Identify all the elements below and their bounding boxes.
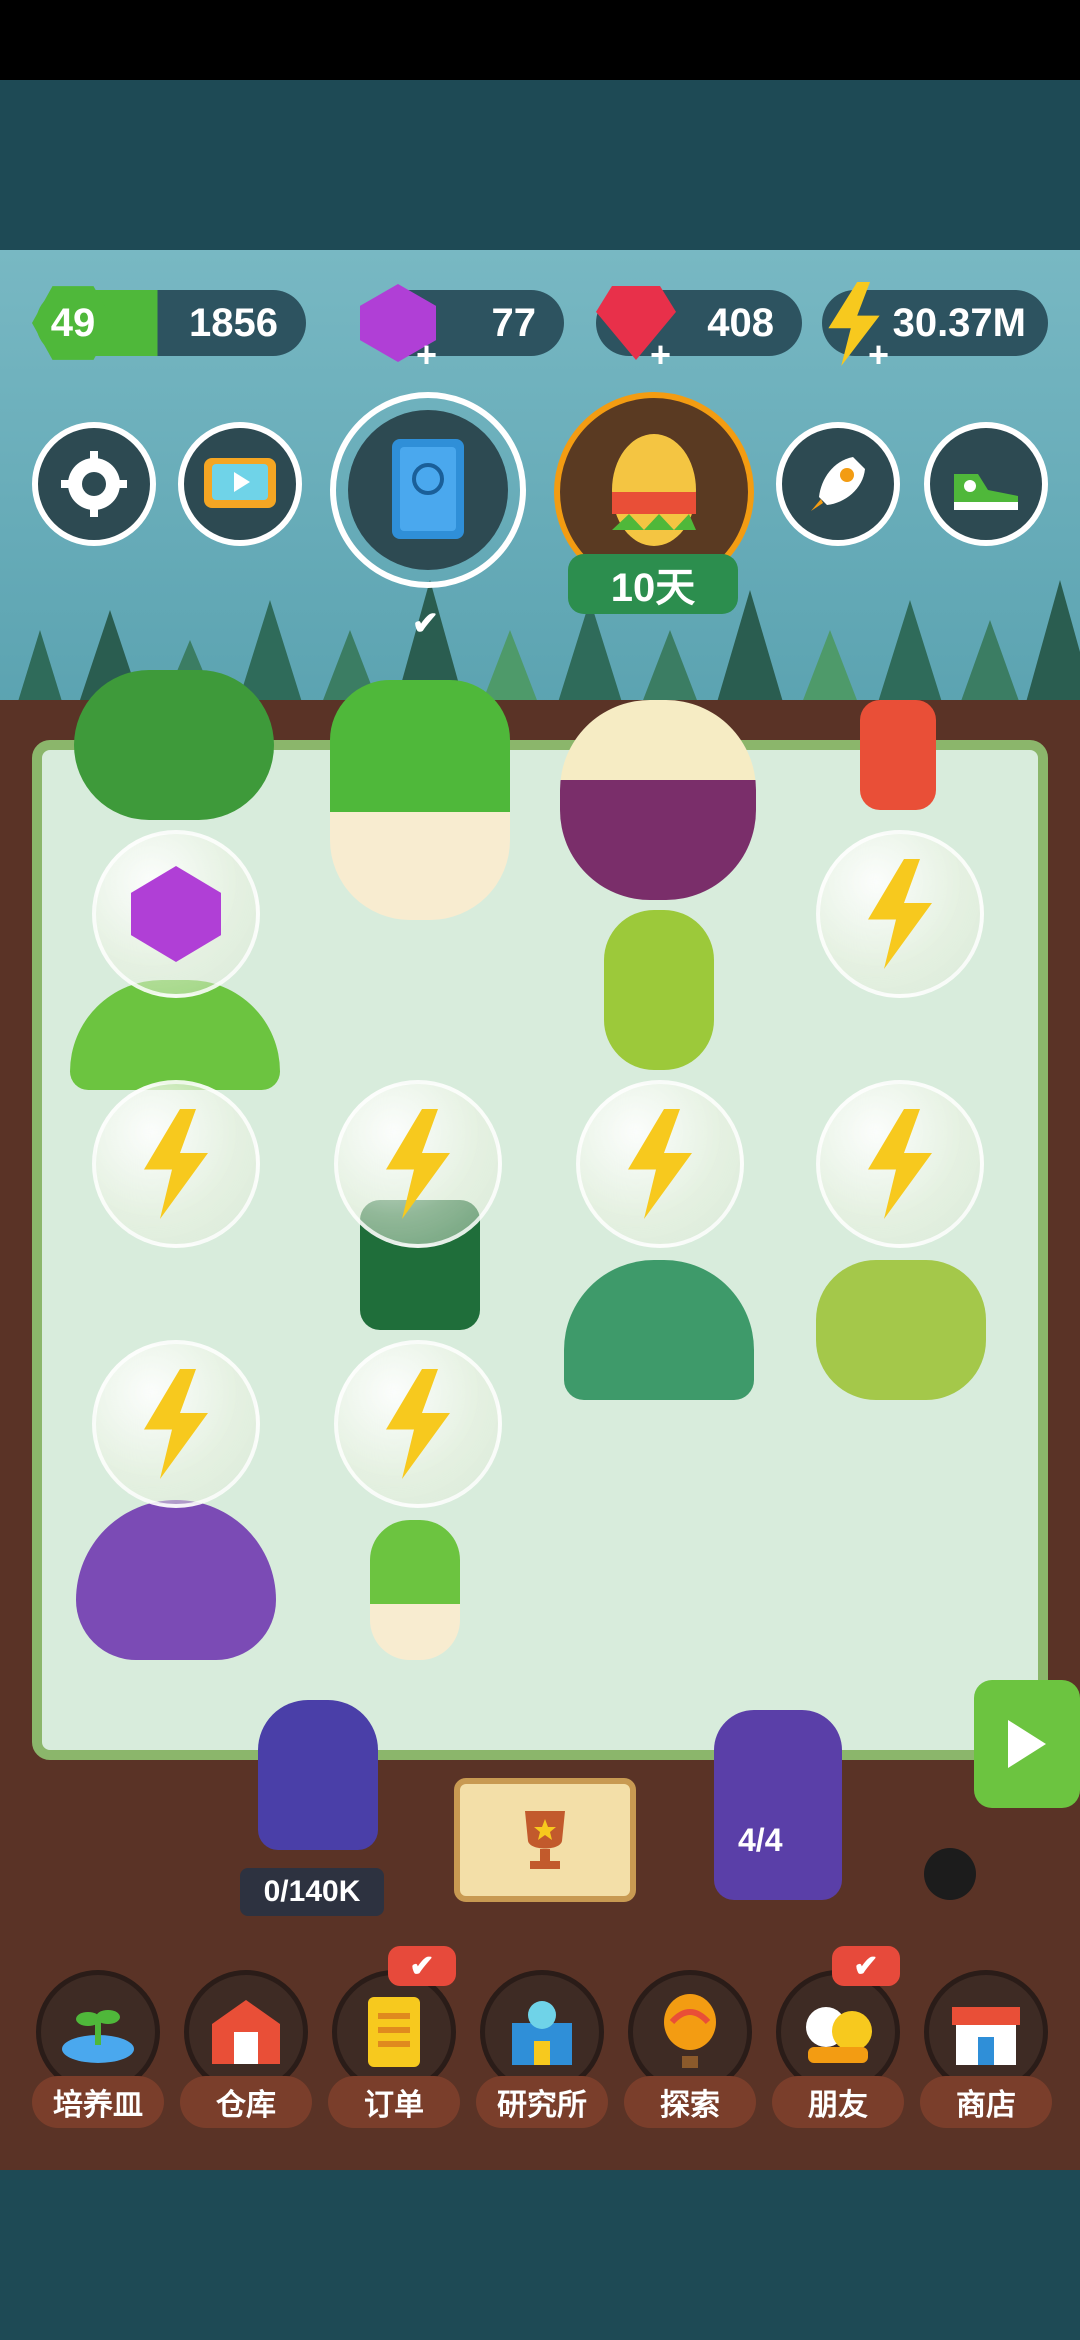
cactus-plant[interactable]: [816, 1260, 986, 1400]
shoe-button[interactable]: [924, 422, 1048, 546]
lightning-icon: [868, 859, 932, 969]
energy-bubble[interactable]: [334, 1340, 502, 1508]
energy-bubble[interactable]: [334, 1080, 502, 1248]
scallion-plant[interactable]: [370, 1520, 460, 1660]
nav-explore-label: 探索: [624, 2076, 756, 2128]
balloon-icon: [664, 1994, 716, 2068]
barn-icon: [212, 2000, 280, 2064]
nav-item-petri-dish[interactable]: 培养皿: [32, 1970, 164, 2128]
peeking-creature-icon[interactable]: [924, 1848, 976, 1900]
gem-bubble[interactable]: [92, 830, 260, 998]
scroll-icon: [368, 1997, 420, 2067]
maid-monster[interactable]: [258, 1700, 378, 1850]
energy-bubble[interactable]: [816, 1080, 984, 1248]
add-gem-icon[interactable]: +: [416, 334, 437, 376]
lightning-icon: [628, 1109, 692, 1219]
easter-egg-icon: [612, 434, 696, 546]
trophy-icon: [525, 1811, 565, 1869]
nav-lab-label: 研究所: [476, 2076, 608, 2128]
rocket-icon: [811, 457, 865, 511]
energy-value: 30.37M: [892, 300, 1026, 345]
energy-bubble[interactable]: [92, 1080, 260, 1248]
tv-icon: [204, 458, 276, 508]
chili-plant[interactable]: [860, 700, 936, 810]
ruby-counter[interactable]: 408 +: [596, 286, 802, 375]
maid-progress-value: 0/140K: [263, 1875, 361, 1908]
plant-book-button[interactable]: [330, 392, 526, 588]
bottom-banner: [0, 2170, 1080, 2340]
nav-shop-label: 商店: [920, 2076, 1052, 2128]
nav-item-friends[interactable]: ✔ 朋友: [772, 1946, 904, 2128]
energy-bubble[interactable]: [92, 1340, 260, 1508]
book-icon: [392, 439, 464, 539]
level-value: 49: [50, 300, 96, 345]
play-button[interactable]: [974, 1680, 1080, 1808]
add-ruby-icon[interactable]: +: [650, 334, 671, 376]
top-banner: [0, 80, 1080, 250]
trophy-sign[interactable]: [454, 1778, 636, 1902]
maid-progress: 0/140K: [240, 1868, 384, 1916]
xp-value: 1856: [189, 300, 278, 345]
nav-warehouse-label: 仓库: [180, 2076, 312, 2128]
lightning-icon: [144, 1109, 208, 1219]
event-days-label: 10天: [610, 566, 696, 610]
beet-plant[interactable]: [560, 700, 756, 900]
gear-icon: [61, 451, 127, 517]
leek-plant[interactable]: [330, 680, 510, 920]
nav-friends-label: 朋友: [772, 2076, 904, 2128]
plant-book-inner: [348, 410, 508, 570]
friends-icon: [806, 2007, 872, 2063]
selected-check-icon: ✔: [412, 605, 439, 641]
nav-item-orders[interactable]: ✔ 订单: [328, 1946, 460, 2128]
play-icon: [1008, 1720, 1046, 1768]
boost-button[interactable]: [776, 422, 900, 546]
bottom-nav: 培养皿 仓库 ✔ 订单 研究所 探索 ✔ 朋友 商店: [0, 1946, 1080, 2140]
crystal-monster[interactable]: [714, 1710, 842, 1900]
energy-bubble[interactable]: [816, 830, 984, 998]
level-counter[interactable]: 1856 49: [32, 286, 306, 360]
event-days-badge: 10天: [568, 554, 738, 614]
orders-badge: ✔: [388, 1946, 456, 1986]
settings-button[interactable]: [32, 422, 156, 546]
tv-ad-button[interactable]: [178, 422, 302, 546]
ruby-value: 408: [707, 300, 774, 345]
sneaker-icon: [954, 474, 1018, 510]
lightning-icon: [868, 1109, 932, 1219]
nav-petri-dish-label: 培养皿: [32, 2076, 164, 2128]
gem-value: 77: [491, 300, 537, 345]
nav-item-shop[interactable]: 商店: [920, 1970, 1052, 2128]
gem-counter[interactable]: 77 +: [360, 284, 564, 375]
purple-gem-icon: [131, 866, 221, 962]
bunny-plant[interactable]: [604, 910, 714, 1070]
nav-item-explore[interactable]: 探索: [624, 1970, 756, 2128]
status-bar: [0, 0, 1080, 80]
shop-icon: [952, 2007, 1020, 2065]
lab-icon: [512, 2001, 572, 2065]
lightning-icon: [386, 1369, 450, 1479]
nav-orders-label: 订单: [328, 2076, 460, 2128]
lightning-icon: [386, 1109, 450, 1219]
energy-bubble[interactable]: [576, 1080, 744, 1248]
nav-item-lab[interactable]: 研究所: [476, 1970, 608, 2128]
friends-badge: ✔: [832, 1946, 900, 1986]
nav-item-warehouse[interactable]: 仓库: [180, 1970, 312, 2128]
energy-counter[interactable]: 30.37M +: [822, 282, 1048, 375]
monster-count: 4/4: [738, 1822, 783, 1858]
add-energy-icon[interactable]: +: [868, 334, 889, 376]
lightning-icon: [144, 1369, 208, 1479]
broccoli-plant[interactable]: [74, 670, 274, 820]
sprout-icon: [62, 2010, 134, 2063]
